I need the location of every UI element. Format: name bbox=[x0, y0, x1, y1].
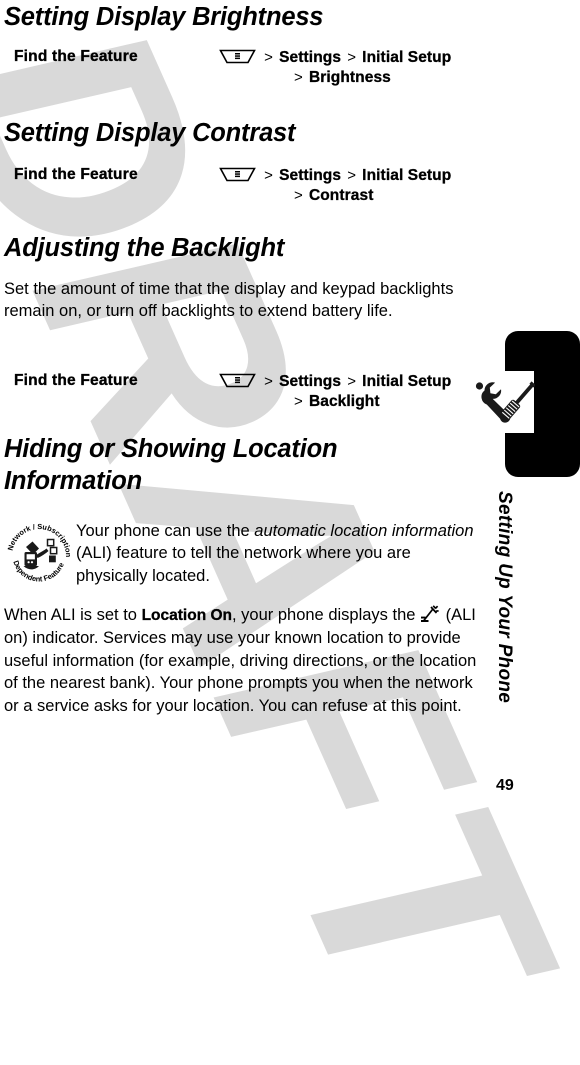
wrench-screwdriver-icon bbox=[471, 371, 535, 435]
path-separator: > bbox=[262, 49, 275, 66]
menu-path: > Settings > Initial Setup > Contrast bbox=[219, 166, 549, 206]
menu-path-line-2: > Brightness bbox=[219, 68, 549, 88]
svg-text:Dependent Feature: Dependent Feature bbox=[11, 559, 66, 583]
menu-item-settings: Settings bbox=[279, 167, 341, 184]
note-text-2: (ALI) feature to tell the network where … bbox=[76, 544, 411, 584]
ali-on-indicator-icon bbox=[420, 604, 441, 625]
ali-body-paragraph: When ALI is set to Location On, your pho… bbox=[4, 604, 484, 717]
section-heading-location-line2: Information bbox=[4, 466, 142, 497]
path-separator: > bbox=[345, 373, 358, 390]
backlight-description: Set the amount of time that the display … bbox=[4, 278, 454, 323]
menu-item-settings: Settings bbox=[279, 49, 341, 66]
location-on-value: Location On bbox=[142, 607, 232, 624]
find-the-feature-label: Find the Feature bbox=[14, 372, 138, 390]
note-emphasis: automatic location information bbox=[254, 522, 473, 540]
path-separator: > bbox=[292, 187, 305, 204]
menu-key-icon bbox=[219, 49, 256, 64]
menu-item-settings: Settings bbox=[279, 373, 341, 390]
menu-item-contrast: Contrast bbox=[309, 187, 374, 204]
section-heading-location-line1: Hiding or Showing Location bbox=[4, 434, 337, 465]
menu-path-line-2: > Contrast bbox=[219, 186, 549, 206]
menu-item-initial-setup: Initial Setup bbox=[362, 167, 451, 184]
menu-item-brightness: Brightness bbox=[309, 69, 391, 86]
path-separator: > bbox=[292, 393, 305, 410]
section-heading-backlight: Adjusting the Backlight bbox=[4, 233, 284, 264]
menu-item-initial-setup: Initial Setup bbox=[362, 373, 451, 390]
menu-item-initial-setup: Initial Setup bbox=[362, 49, 451, 66]
ali-text-1: When ALI is set to bbox=[4, 606, 142, 624]
menu-key-icon bbox=[219, 167, 256, 182]
section-heading-brightness: Setting Display Brightness bbox=[4, 2, 323, 33]
path-separator: > bbox=[262, 167, 275, 184]
page-number: 49 bbox=[496, 777, 514, 795]
note-text-1: Your phone can use the bbox=[76, 522, 254, 540]
menu-path-line-1: > Settings > Initial Setup bbox=[219, 166, 549, 186]
network-subscription-dependent-feature-icon: Network / Subscription Dependent Feature bbox=[6, 521, 72, 587]
menu-key-icon bbox=[219, 373, 256, 388]
section-heading-contrast: Setting Display Contrast bbox=[4, 118, 295, 149]
svg-text:Network / Subscription: Network / Subscription bbox=[6, 522, 72, 558]
path-separator: > bbox=[292, 69, 305, 86]
path-separator: > bbox=[262, 373, 275, 390]
location-note-paragraph: Your phone can use the automatic locatio… bbox=[76, 520, 481, 587]
path-separator: > bbox=[345, 167, 358, 184]
find-the-feature-label: Find the Feature bbox=[14, 166, 138, 184]
chapter-side-title: Setting Up Your Phone bbox=[485, 491, 515, 791]
find-the-feature-label: Find the Feature bbox=[14, 48, 138, 66]
ali-text-2: , your phone displays the bbox=[232, 606, 420, 624]
menu-item-backlight: Backlight bbox=[309, 393, 380, 410]
menu-path-line-1: > Settings > Initial Setup bbox=[219, 48, 549, 68]
menu-path: > Settings > Initial Setup > Brightness bbox=[219, 48, 549, 88]
path-separator: > bbox=[345, 49, 358, 66]
